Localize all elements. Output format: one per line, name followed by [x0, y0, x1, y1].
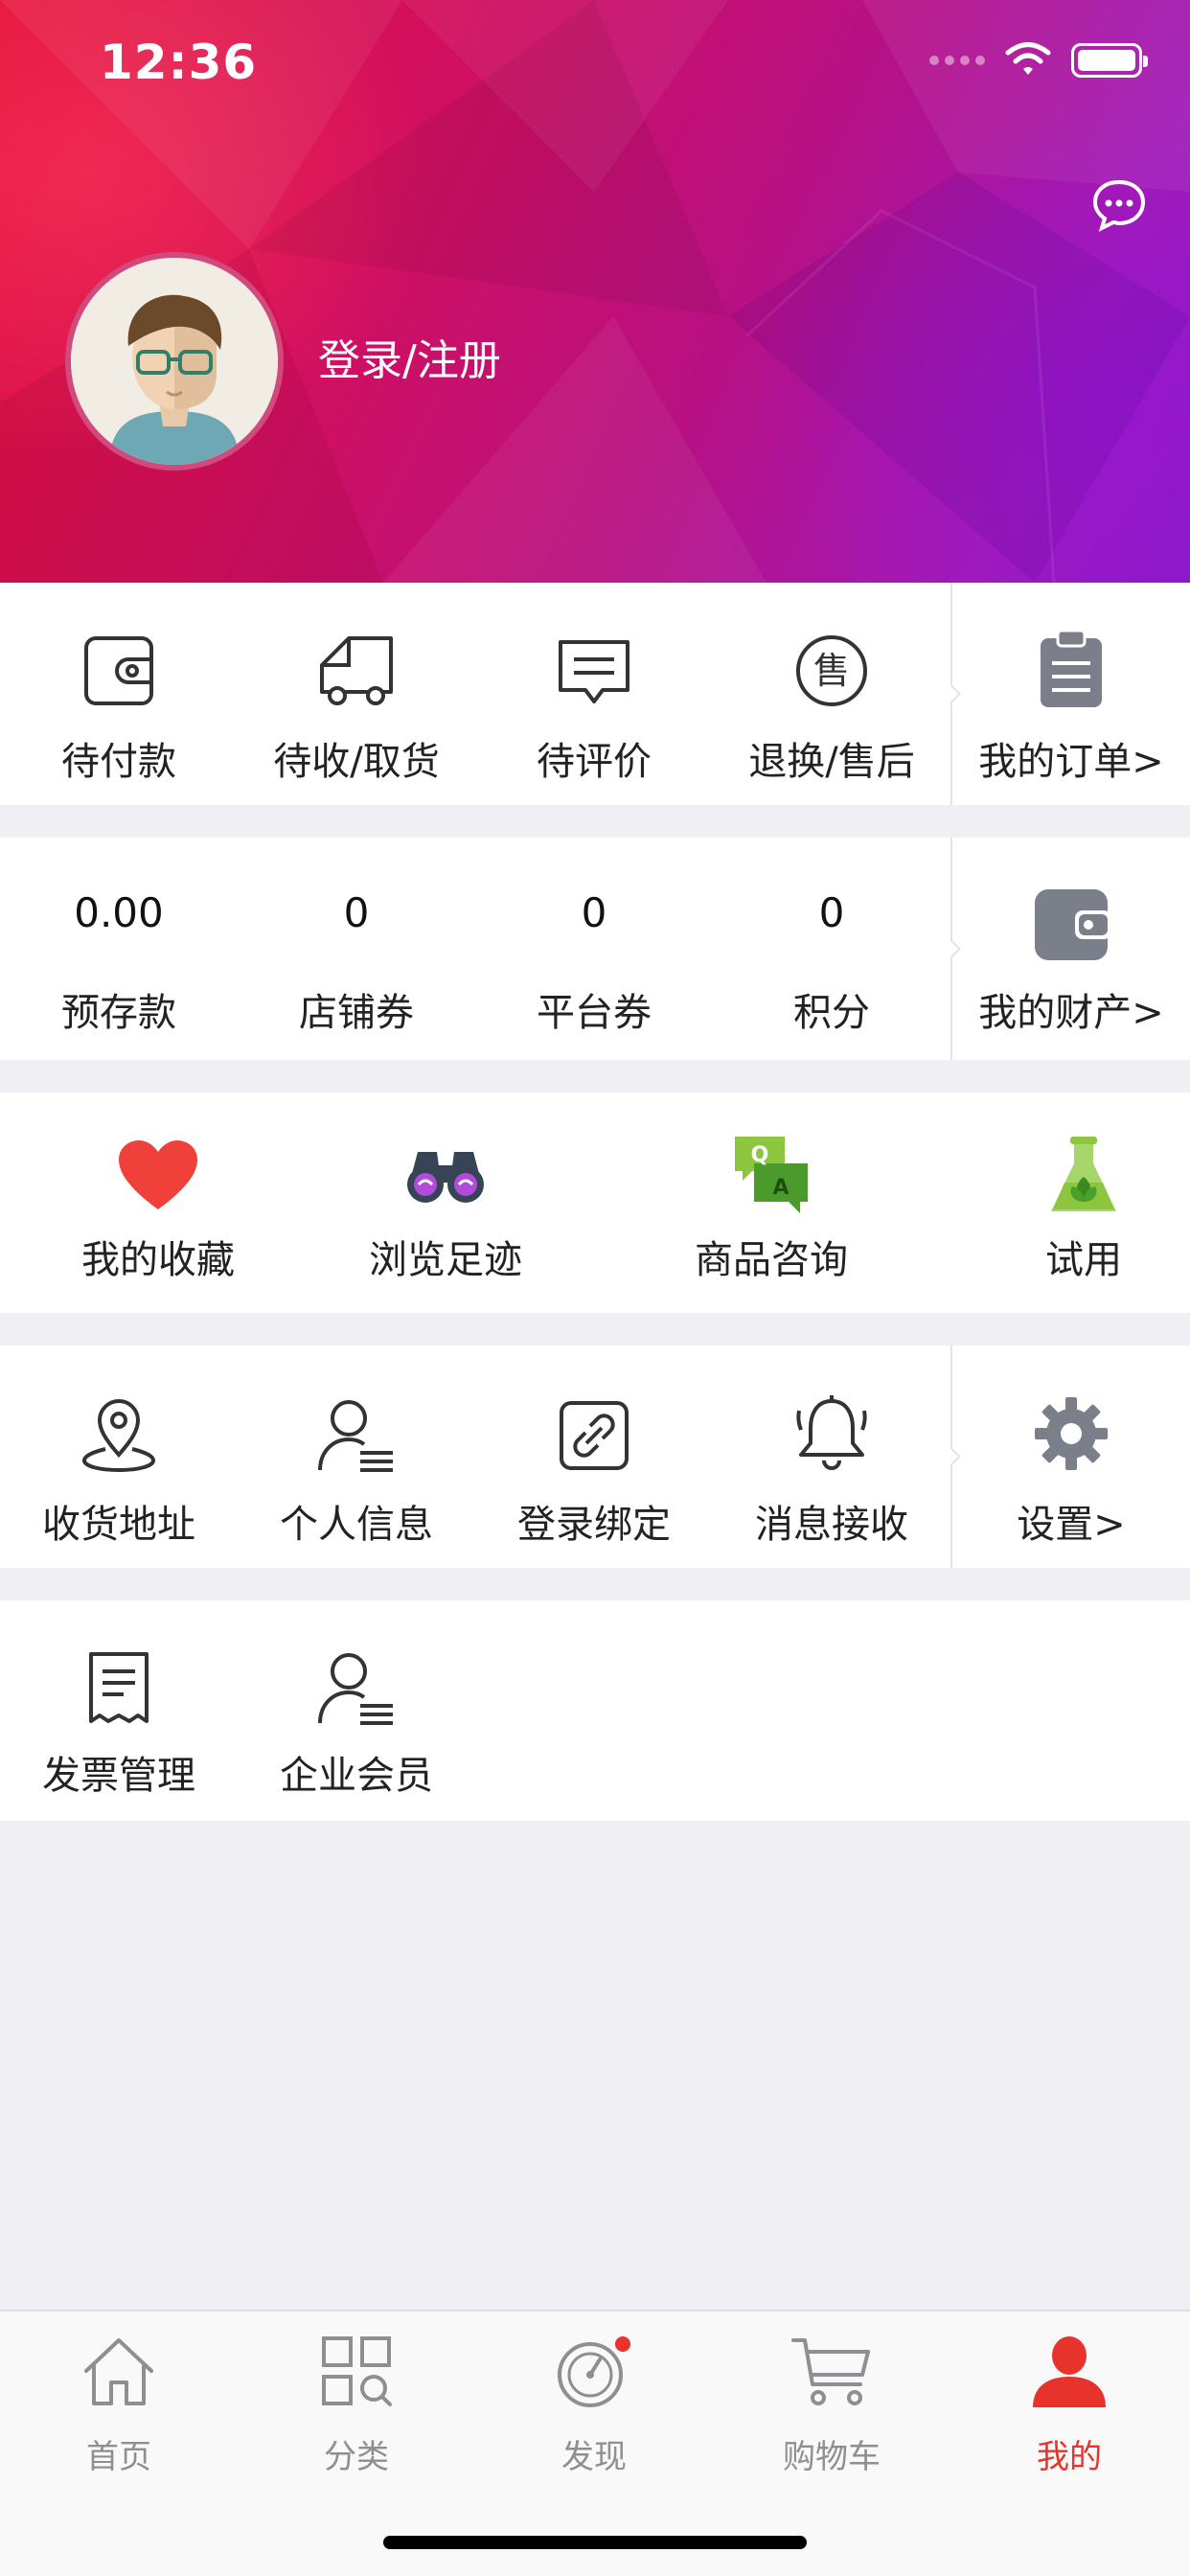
- login-register-link[interactable]: 登录/注册: [318, 326, 501, 387]
- asset-value: 0: [343, 889, 370, 936]
- qa-q-text: Q: [751, 1143, 769, 1167]
- order-pending-review[interactable]: 待评价: [475, 583, 713, 805]
- asset-label: 平台券: [537, 991, 652, 1035]
- heart-icon: [119, 1140, 197, 1209]
- discover-icon: [558, 2336, 630, 2407]
- tab-label: 发现: [561, 2438, 627, 2476]
- asset-value: 0: [581, 889, 607, 936]
- notification-badge: [615, 2336, 630, 2352]
- asset-value: 0.00: [74, 889, 164, 936]
- profile-icon: [1033, 2336, 1106, 2407]
- my-assets-link[interactable]: 我的财产>: [952, 838, 1190, 1060]
- status-indicators: [929, 42, 1148, 79]
- tab-home[interactable]: 首页: [0, 2334, 238, 2478]
- tab-profile[interactable]: 我的: [950, 2334, 1188, 2478]
- tab-category[interactable]: 分类: [238, 2334, 475, 2478]
- order-pending-payment[interactable]: 待付款: [0, 583, 238, 805]
- asset-value: 0: [818, 889, 845, 936]
- settings-item-label: 消息接收: [755, 1503, 908, 1547]
- quick-item-label: 浏览足迹: [369, 1238, 522, 1282]
- order-item-label: 待评价: [537, 740, 652, 784]
- asset-label: 预存款: [61, 991, 176, 1035]
- tab-discover[interactable]: 发现: [475, 2334, 713, 2478]
- settings-label: 设置>: [1017, 1503, 1126, 1547]
- category-icon: [322, 2336, 392, 2406]
- settings-item-label: 个人信息: [280, 1503, 433, 1547]
- asset-label: 积分: [793, 991, 870, 1035]
- flask-icon: [1051, 1137, 1116, 1211]
- comment-icon: [559, 640, 629, 703]
- assets-section: 0.00 预存款 0 店铺券 0 平台券 0 积分 我的财产>: [0, 838, 1190, 1060]
- home-icon: [84, 2338, 153, 2405]
- tab-label: 购物车: [783, 2438, 881, 2476]
- browse-history[interactable]: 浏览足迹: [287, 1092, 604, 1313]
- my-favorites[interactable]: 我的收藏: [0, 1092, 316, 1313]
- profile-header: 12:36 登录/注册: [0, 0, 1190, 583]
- order-section: 待付款 待收/取货 待评价 售 退换/售后 我的订单>: [0, 583, 1190, 805]
- trial[interactable]: 试用: [958, 1092, 1190, 1313]
- binoculars-icon: [407, 1152, 484, 1203]
- svg-text:售: 售: [813, 650, 850, 692]
- wallet-filled-icon: [1035, 889, 1111, 960]
- invoice-management[interactable]: 发票管理: [0, 1600, 238, 1821]
- my-assets-label: 我的财产>: [978, 991, 1164, 1035]
- settings-item-label: 收货地址: [42, 1503, 195, 1547]
- bell-icon: [796, 1395, 867, 1470]
- battery-icon: [1071, 43, 1148, 78]
- quick-section: 我的收藏 浏览足迹 Q A 商品咨询 试用: [0, 1092, 1190, 1313]
- avatar[interactable]: [65, 252, 284, 471]
- user-info-icon: [318, 1400, 393, 1472]
- my-orders-label: 我的订单>: [978, 740, 1164, 784]
- asset-shop-coupon[interactable]: 0 店铺券: [238, 838, 475, 1060]
- clipboard-icon: [1041, 629, 1102, 707]
- asset-platform-coupon[interactable]: 0 平台券: [475, 838, 713, 1060]
- order-item-label: 退换/售后: [748, 740, 915, 784]
- order-item-label: 待付款: [61, 740, 176, 784]
- qa-icon: Q A: [735, 1137, 808, 1213]
- asset-label: 店铺券: [299, 991, 414, 1035]
- home-indicator[interactable]: [383, 2536, 807, 2549]
- quick-item-label: 商品咨询: [695, 1238, 848, 1282]
- quick-item-label: 试用: [1045, 1238, 1122, 1282]
- order-after-sale[interactable]: 售 退换/售后: [713, 583, 950, 805]
- asset-prepaid[interactable]: 0.00 预存款: [0, 838, 238, 1060]
- status-time: 12:36: [100, 34, 258, 90]
- enterprise-member[interactable]: 企业会员: [238, 1600, 475, 1821]
- cart-icon: [791, 2338, 870, 2405]
- tab-label: 我的: [1037, 2438, 1102, 2476]
- extra-item-label: 企业会员: [280, 1754, 433, 1798]
- message-icon[interactable]: [1090, 176, 1148, 234]
- signal-icon: [929, 56, 985, 65]
- qa-a-text: A: [772, 1176, 789, 1200]
- gear-icon: [1035, 1397, 1108, 1470]
- extra-item-label: 发票管理: [42, 1754, 195, 1798]
- order-item-label: 待收/取货: [273, 740, 440, 784]
- invoice-icon: [89, 1652, 149, 1723]
- truck-icon: [320, 636, 393, 705]
- order-pending-receipt[interactable]: 待收/取货: [238, 583, 475, 805]
- link-icon: [560, 1401, 629, 1470]
- location-icon: [81, 1399, 156, 1473]
- wallet-icon: [84, 636, 153, 705]
- shipping-address[interactable]: 收货地址: [0, 1346, 238, 1568]
- product-consultation[interactable]: Q A 商品咨询: [613, 1092, 929, 1313]
- extra-section: 发票管理 企业会员: [0, 1600, 1190, 1821]
- my-orders-link[interactable]: 我的订单>: [952, 583, 1190, 805]
- settings-link[interactable]: 设置>: [952, 1346, 1190, 1568]
- settings-item-label: 登录绑定: [517, 1503, 671, 1547]
- tab-label: 首页: [86, 2438, 151, 2476]
- settings-section: 收货地址 个人信息 登录绑定 消息接收 设置>: [0, 1346, 1190, 1568]
- tab-cart[interactable]: 购物车: [713, 2334, 950, 2478]
- after-sale-icon: 售: [796, 635, 867, 706]
- asset-points[interactable]: 0 积分: [713, 838, 950, 1060]
- quick-item-label: 我的收藏: [81, 1238, 235, 1282]
- tab-label: 分类: [324, 2438, 389, 2476]
- personal-info[interactable]: 个人信息: [238, 1346, 475, 1568]
- enterprise-member-icon: [318, 1653, 393, 1725]
- message-receive[interactable]: 消息接收: [713, 1346, 950, 1568]
- avatar-illustration: [71, 258, 278, 465]
- login-binding[interactable]: 登录绑定: [475, 1346, 713, 1568]
- wifi-icon: [1005, 42, 1051, 75]
